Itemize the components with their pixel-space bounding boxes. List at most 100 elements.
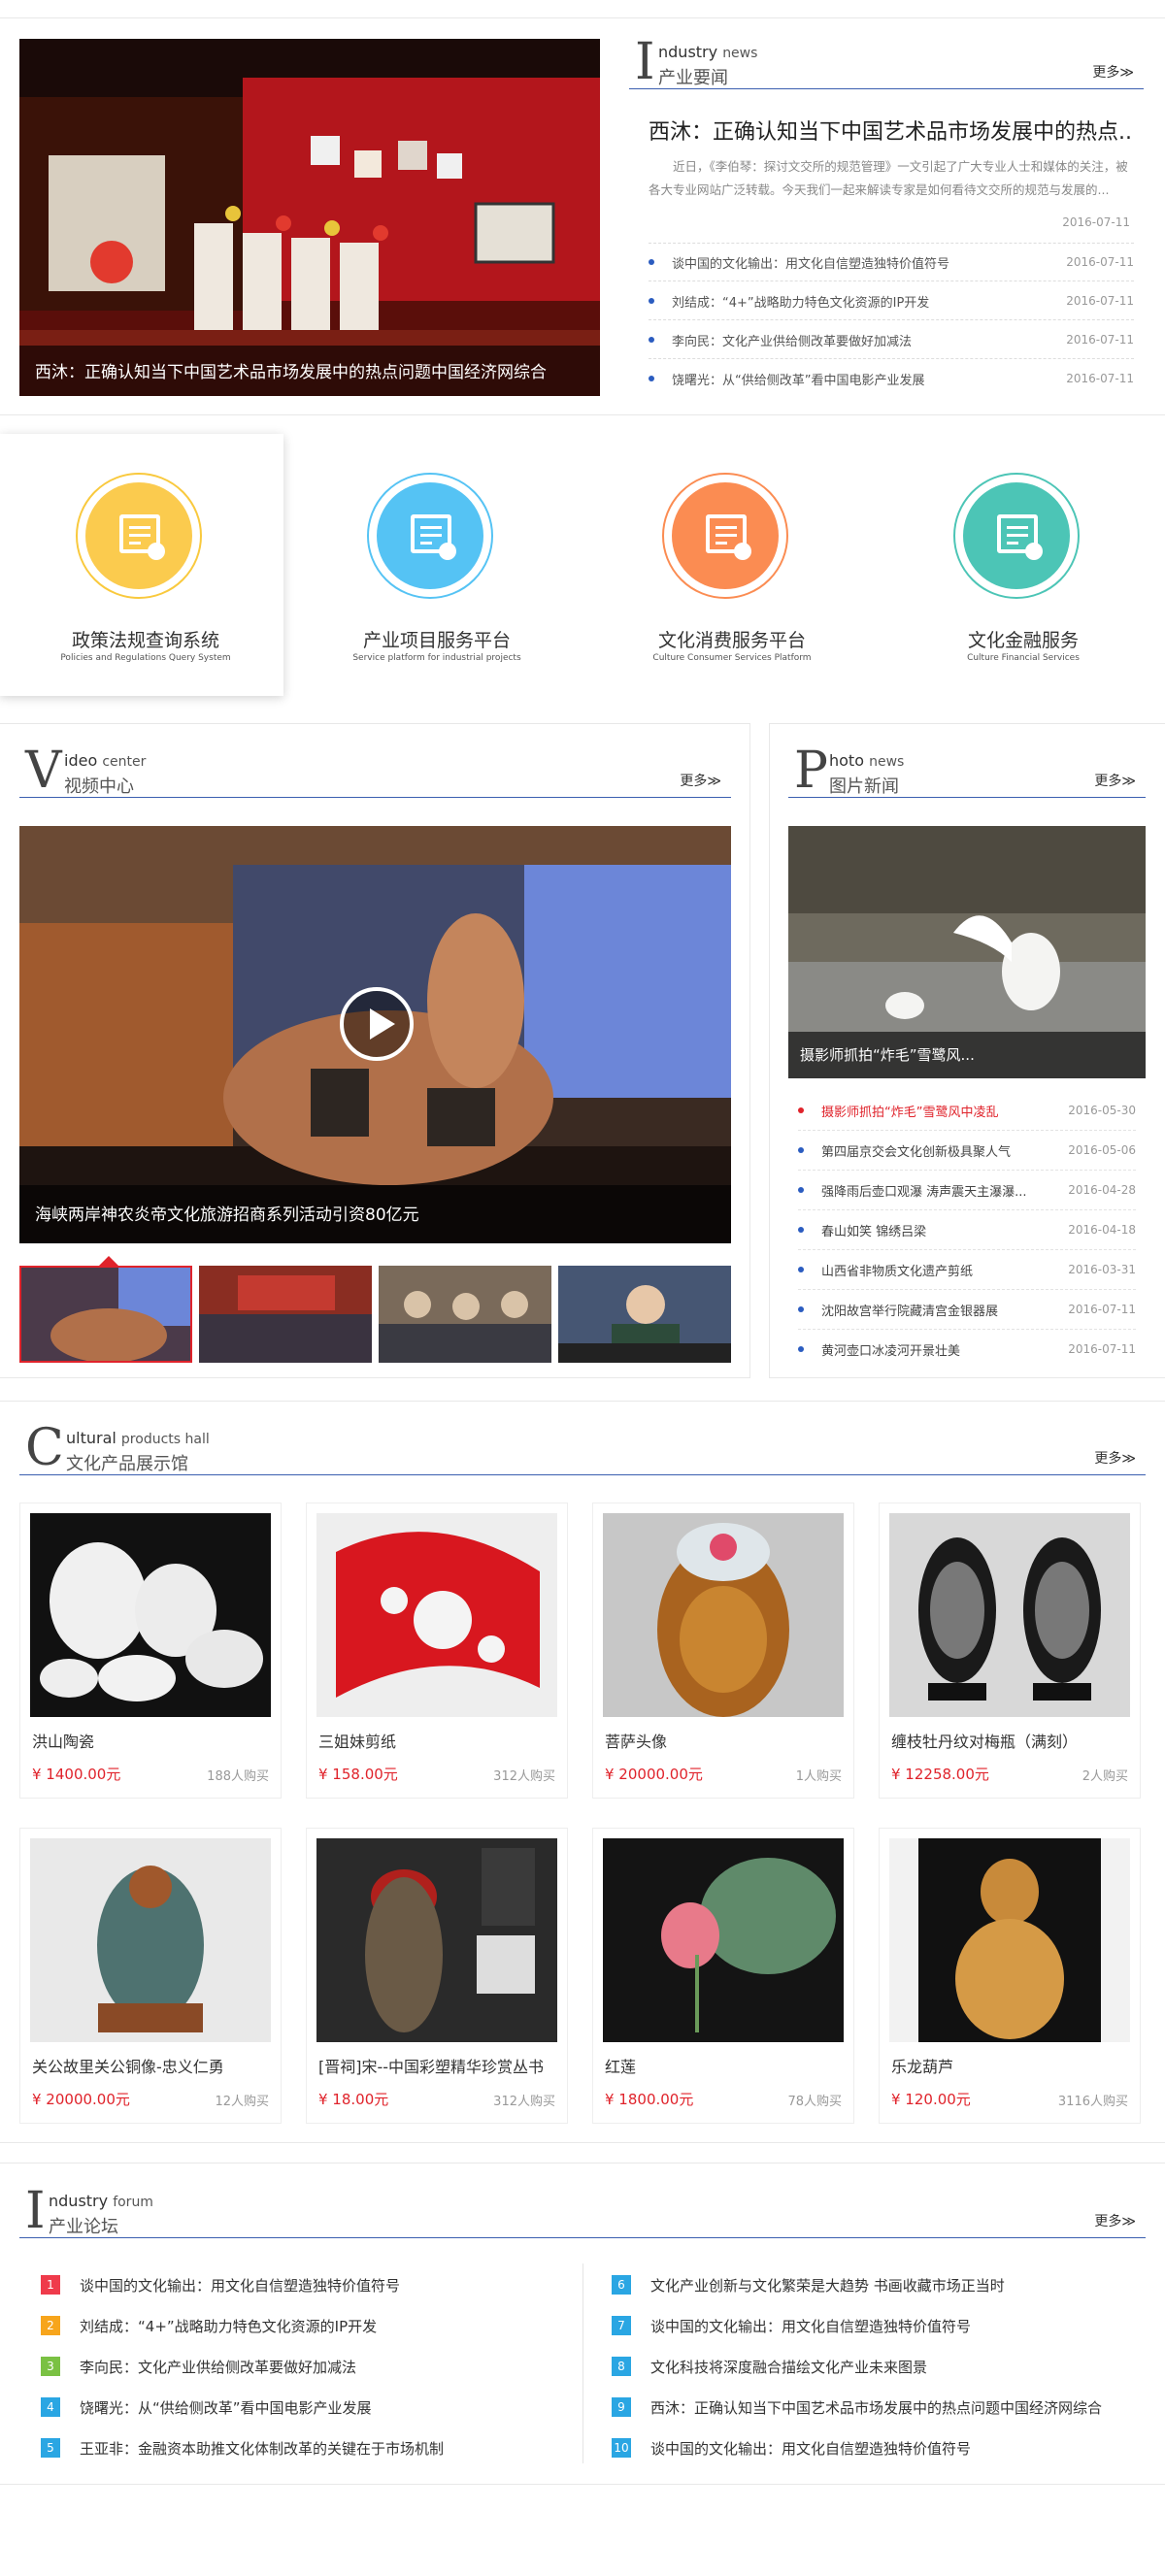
forum-item-title[interactable]: 文化产业创新与文化繁荣是大趋势 书画收藏市场正当时 — [650, 2275, 1005, 2295]
certificate-icon — [377, 482, 483, 589]
photo-news-item[interactable]: 黄河壶口冰凌河开景壮美 2016-07-11 — [798, 1330, 1136, 1370]
play-button-icon[interactable] — [340, 987, 414, 1061]
video-thumbnail[interactable] — [199, 1266, 372, 1363]
photo-news-title[interactable]: 强降雨后壶口观瀑 涛声震天主瀑瀑... — [821, 1181, 1054, 1200]
news-item-date: 2016-07-11 — [1066, 294, 1134, 308]
video-player[interactable]: 海峡两岸神农炎帝文化旅游招商系列活动引资80亿元 — [19, 826, 731, 1243]
rank-badge: 5 — [41, 2438, 60, 2458]
forum-item-title[interactable]: 文化科技将深度融合描绘文化产业未来图景 — [650, 2357, 927, 2377]
section-en-title: ndustry news — [658, 43, 757, 61]
news-item-title[interactable]: 李向民：文化产业供给侧改革要做好加减法 — [672, 331, 1031, 349]
product-card[interactable]: 菩萨头像 ¥ 20000.00元 1人购买 — [592, 1503, 854, 1799]
service-consumer[interactable]: 文化消费服务平台 Culture Consumer Services Platf… — [586, 434, 878, 696]
hero-caption[interactable]: 西沐：正确认知当下中国艺术品市场发展中的热点问题中国经济网综合 — [35, 358, 547, 382]
more-link[interactable]: 更多≫ — [1094, 771, 1136, 790]
bullet-icon — [798, 1107, 804, 1113]
forum-item-title[interactable]: 李向民：文化产业供给侧改革要做好加减法 — [80, 2357, 356, 2377]
product-card[interactable]: [晋祠]宋--中国彩塑精华珍赏丛书 ¥ 18.00元 312人购买 — [306, 1828, 568, 2124]
product-card[interactable]: 缠枝牡丹纹对梅瓶（满刻） ¥ 12258.00元 2人购买 — [879, 1503, 1141, 1799]
news-item-date: 2016-07-11 — [1066, 255, 1134, 269]
photo-news-title[interactable]: 春山如笑 锦绣吕梁 — [821, 1221, 1054, 1239]
product-image[interactable] — [30, 1513, 271, 1717]
service-cn-label[interactable]: 文化金融服务 — [878, 626, 1165, 652]
product-card[interactable]: 红莲 ¥ 1800.00元 78人购买 — [592, 1828, 854, 2124]
photo-news-title[interactable]: 沈阳故宫举行院藏清宫金银器展 — [821, 1301, 1054, 1319]
service-cn-label[interactable]: 文化消费服务平台 — [586, 626, 878, 652]
news-item[interactable]: 谈中国的文化输出：用文化自信塑造独特价值符号 2016-07-11 — [649, 243, 1134, 281]
more-link[interactable]: 更多≫ — [680, 771, 721, 790]
product-name[interactable]: 缠枝牡丹纹对梅瓶（满刻） — [891, 1729, 1078, 1752]
forum-item-title[interactable]: 谈中国的文化输出：用文化自信塑造独特价值符号 — [650, 2316, 971, 2336]
product-card[interactable]: 乐龙葫芦 ¥ 120.00元 3116人购买 — [879, 1828, 1141, 2124]
forum-item-title[interactable]: 刘结成：“4+”战略助力特色文化资源的IP开发 — [80, 2316, 377, 2336]
bullet-icon — [649, 298, 654, 304]
video-header: V ideo center 视频中心 更多≫ — [19, 745, 731, 808]
photo-news-item[interactable]: 春山如笑 锦绣吕梁 2016-04-18 — [798, 1210, 1136, 1250]
product-image[interactable] — [316, 1838, 557, 2042]
service-cn-label[interactable]: 产业项目服务平台 — [291, 626, 582, 652]
news-item-title[interactable]: 饶曙光：从“供给侧改革”看中国电影产业发展 — [672, 370, 1031, 388]
photo-feature[interactable]: 摄影师抓拍“炸毛”雪鹭风... — [788, 826, 1146, 1078]
product-name[interactable]: 关公故里关公铜像-忠义仁勇 — [32, 2054, 224, 2077]
certificate-icon — [85, 482, 192, 589]
forum-item-title[interactable]: 饶曙光：从“供给侧改革”看中国电影产业发展 — [80, 2397, 372, 2418]
photo-news-item[interactable]: 摄影师抓拍“炸毛”雪鹭风中凌乱 2016-05-30 — [798, 1091, 1136, 1131]
photo-caption[interactable]: 摄影师抓拍“炸毛”雪鹭风... — [800, 1044, 975, 1065]
product-name[interactable]: 菩萨头像 — [605, 1729, 667, 1752]
more-link[interactable]: 更多≫ — [1094, 2211, 1136, 2230]
video-thumbnail[interactable] — [558, 1266, 731, 1363]
forum-item-title[interactable]: 谈中国的文化输出：用文化自信塑造独特价值符号 — [650, 2438, 971, 2459]
photo-news-item[interactable]: 强降雨后壶口观瀑 涛声震天主瀑瀑... 2016-04-28 — [798, 1171, 1136, 1210]
news-item-date: 2016-07-11 — [1066, 372, 1134, 385]
product-name[interactable]: 三姐妹剪纸 — [318, 1729, 396, 1752]
forum-item-title[interactable]: 西沐：正确认知当下中国艺术品市场发展中的热点问题中国经济网综合 — [650, 2397, 1102, 2418]
news-item[interactable]: 李向民：文化产业供给侧改革要做好加减法 2016-07-11 — [649, 320, 1134, 359]
service-industrial-projects[interactable]: 产业项目服务平台 Service platform for industrial… — [291, 434, 582, 696]
service-policy-query[interactable]: 政策法规查询系统 Policies and Regulations Query … — [0, 434, 291, 696]
service-en-label: Policies and Regulations Query System — [60, 653, 231, 663]
photo-news-date: 2016-05-06 — [1068, 1143, 1136, 1157]
photo-news-item[interactable]: 沈阳故宫举行院藏清宫金银器展 2016-07-11 — [798, 1290, 1136, 1330]
bullet-icon — [798, 1267, 804, 1272]
product-image[interactable] — [603, 1838, 844, 2042]
section-en-title: ultural products hall — [66, 1429, 210, 1447]
product-image[interactable] — [30, 1838, 271, 2042]
video-caption[interactable]: 海峡两岸神农炎帝文化旅游招商系列活动引资80亿元 — [35, 1201, 419, 1225]
news-item-title[interactable]: 刘结成：“4+”战略助力特色文化资源的IP开发 — [672, 292, 1031, 311]
en-title-small: forum — [113, 2195, 153, 2210]
photo-news-title[interactable]: 第四届京交会文化创新极具聚人气 — [821, 1141, 1054, 1160]
news-item[interactable]: 刘结成：“4+”战略助力特色文化资源的IP开发 2016-07-11 — [649, 281, 1134, 320]
product-name[interactable]: 红莲 — [605, 2054, 636, 2077]
video-thumbnail[interactable] — [379, 1266, 551, 1363]
more-link[interactable]: 更多≫ — [1092, 62, 1134, 82]
product-name[interactable]: 乐龙葫芦 — [891, 2054, 953, 2077]
photo-news-item[interactable]: 山西省非物质文化遗产剪纸 2016-03-31 — [798, 1250, 1136, 1290]
forum-item-title[interactable]: 谈中国的文化输出：用文化自信塑造独特价值符号 — [80, 2275, 400, 2295]
section-initial: I — [25, 2182, 46, 2240]
video-thumbnail[interactable] — [19, 1266, 192, 1363]
service-cn-label[interactable]: 政策法规查询系统 — [0, 626, 291, 652]
product-card[interactable]: 三姐妹剪纸 ¥ 158.00元 312人购买 — [306, 1503, 568, 1799]
hero-image[interactable]: 西沐：正确认知当下中国艺术品市场发展中的热点问题中国经济网综合 — [19, 39, 600, 396]
service-en-label: Culture Consumer Services Platform — [652, 653, 812, 663]
product-name[interactable]: [晋祠]宋--中国彩塑精华珍赏丛书 — [318, 2054, 544, 2077]
product-image[interactable] — [316, 1513, 557, 1717]
product-image[interactable] — [889, 1513, 1130, 1717]
photo-news-title[interactable]: 摄影师抓拍“炸毛”雪鹭风中凌乱 — [821, 1102, 1054, 1120]
product-card[interactable]: 关公故里关公铜像-忠义仁勇 ¥ 20000.00元 12人购买 — [19, 1828, 282, 2124]
news-item[interactable]: 饶曙光：从“供给侧改革”看中国电影产业发展 2016-07-11 — [649, 359, 1134, 398]
news-headline[interactable]: 西沐：正确认知当下中国艺术品市场发展中的热点... — [649, 115, 1134, 146]
service-en-label: Service platform for industrial projects — [352, 653, 521, 663]
forum-item-title[interactable]: 王亚非：金融资本助推文化体制改革的关键在于市场机制 — [80, 2438, 444, 2459]
photo-news-item[interactable]: 第四届京交会文化创新极具聚人气 2016-05-06 — [798, 1131, 1136, 1171]
product-image[interactable] — [603, 1513, 844, 1717]
product-image[interactable] — [889, 1838, 1130, 2042]
product-card[interactable]: 洪山陶瓷 ¥ 1400.00元 188人购买 — [19, 1503, 282, 1799]
news-item-title[interactable]: 谈中国的文化输出：用文化自信塑造独特价值符号 — [672, 253, 1031, 272]
photo-news-title[interactable]: 黄河壶口冰凌河开景壮美 — [821, 1340, 1054, 1359]
product-name[interactable]: 洪山陶瓷 — [32, 1729, 94, 1752]
photo-news-title[interactable]: 山西省非物质文化遗产剪纸 — [821, 1261, 1054, 1279]
service-financial[interactable]: 文化金融服务 Culture Financial Services — [878, 434, 1165, 696]
product-buyers: 12人购买 — [215, 2095, 269, 2109]
more-link[interactable]: 更多≫ — [1094, 1448, 1136, 1468]
